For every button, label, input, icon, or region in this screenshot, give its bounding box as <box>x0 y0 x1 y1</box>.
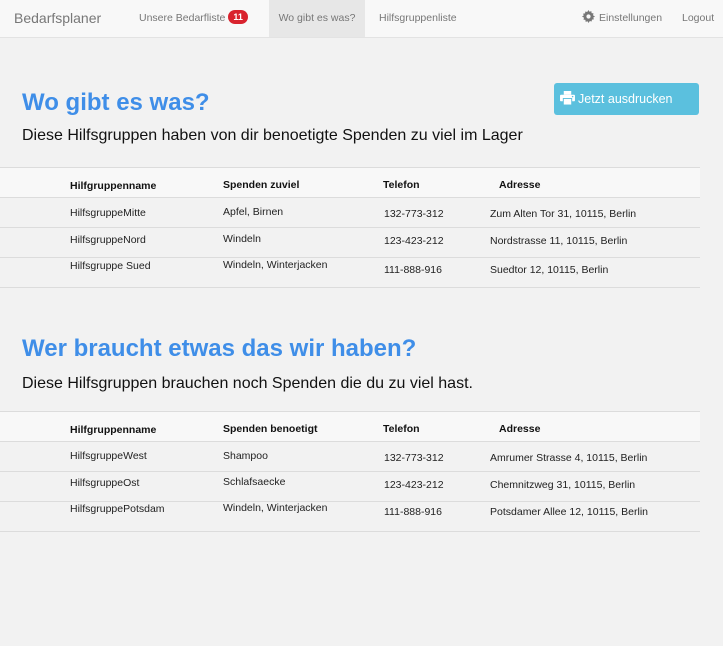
surplus-table: Hilfgruppenname Spenden zuviel Telefon A… <box>0 167 700 288</box>
phone-cell: 132-773-312 <box>384 208 444 220</box>
navbar: Bedarfsplaner Unsere Bedarfliste 11 Wo gi… <box>0 0 723 38</box>
column-header-donations: Spenden benoetigt <box>223 423 318 435</box>
column-header-name: Hilfgruppenname <box>70 180 157 192</box>
nav-item-label: Hilfsgruppenliste <box>379 12 457 24</box>
phone-cell: 123-423-212 <box>384 479 444 491</box>
address-cell: Chemnitzweg 31, 10115, Berlin <box>490 479 636 491</box>
settings-link[interactable]: Einstellungen <box>582 0 662 37</box>
phone-cell: 132-773-312 <box>384 452 444 464</box>
address-cell: Suedtor 12, 10115, Berlin <box>490 264 609 276</box>
gear-icon <box>582 10 595 23</box>
phone-cell: 111-888-916 <box>384 264 442 276</box>
phone-cell: 111-888-916 <box>384 506 442 518</box>
phone-cell: 123-423-212 <box>384 235 444 247</box>
donations-cell: Schlafsaecke <box>223 476 286 488</box>
table-row: HilfsgruppeWest Shampoo 132-773-312 Amru… <box>0 442 700 472</box>
nav-item-hilfsgruppenliste[interactable]: Hilfsgruppenliste <box>379 0 457 37</box>
needs-section-title: Wer braucht etwas das wir haben? <box>22 335 417 362</box>
settings-label: Einstellungen <box>599 12 663 24</box>
needs-section-subtitle: Diese Hilfsgruppen brauchen noch Spenden… <box>22 375 473 392</box>
count-badge: 11 <box>228 10 248 24</box>
needs-table: Hilfgruppenname Spenden benoetigt Telefo… <box>0 411 700 532</box>
donations-cell: Apfel, Birnen <box>223 206 284 218</box>
column-header-address: Adresse <box>499 179 541 191</box>
column-header-name: Hilfgruppenname <box>70 424 157 436</box>
table-row: HilfsgruppeNord Windeln 123-423-212 Nord… <box>0 228 700 258</box>
logout-link[interactable]: Logout <box>682 0 714 37</box>
table-header: Hilfgruppenname Spenden zuviel Telefon A… <box>0 167 700 198</box>
surplus-section-title: Wo gibt es was? <box>22 89 210 116</box>
group-name-cell: HilfsgruppeWest <box>70 450 147 462</box>
logout-label: Logout <box>682 12 715 24</box>
brand-logo[interactable]: Bedarfsplaner <box>14 10 101 26</box>
address-cell: Nordstrasse 11, 10115, Berlin <box>490 235 628 247</box>
nav-item-label: Wo gibt es was? <box>278 12 356 24</box>
column-header-address: Adresse <box>499 423 541 435</box>
donations-cell: Windeln <box>223 233 261 245</box>
donations-cell: Windeln, Winterjacken <box>223 502 328 514</box>
table-row: Hilfsgruppe Sued Windeln, Winterjacken 1… <box>0 258 700 288</box>
address-cell: Amrumer Strasse 4, 10115, Berlin <box>490 452 648 464</box>
print-button[interactable]: Jetzt ausdrucken <box>554 83 699 115</box>
printer-icon <box>560 91 575 105</box>
group-name-cell: HilfsgruppeNord <box>70 234 146 246</box>
group-name-cell: HilfsgruppeMitte <box>70 207 146 219</box>
address-cell: Potsdamer Allee 12, 10115, Berlin <box>490 506 648 518</box>
table-row: HilfsgruppeMitte Apfel, Birnen 132-773-3… <box>0 198 700 228</box>
nav-item-bedarfliste[interactable]: Unsere Bedarfliste 11 <box>139 0 248 37</box>
group-name-cell: HilfsgruppeOst <box>70 477 140 489</box>
table-row: HilfsgruppePotsdam Windeln, Winterjacken… <box>0 502 700 532</box>
surplus-section-subtitle: Diese Hilfsgruppen haben von dir benoeti… <box>22 127 523 144</box>
donations-cell: Shampoo <box>223 450 268 462</box>
table-header: Hilfgruppenname Spenden benoetigt Telefo… <box>0 411 700 442</box>
group-name-cell: HilfsgruppePotsdam <box>70 503 165 515</box>
column-header-phone: Telefon <box>383 179 420 191</box>
address-cell: Zum Alten Tor 31, 10115, Berlin <box>490 208 637 220</box>
donations-cell: Windeln, Winterjacken <box>223 259 328 271</box>
column-header-donations: Spenden zuviel <box>223 179 300 191</box>
table-row: HilfsgruppeOst Schlafsaecke 123-423-212 … <box>0 472 700 502</box>
group-name-cell: Hilfsgruppe Sued <box>70 260 151 272</box>
column-header-phone: Telefon <box>383 423 420 435</box>
nav-item-wo-gibt-es-was[interactable]: Wo gibt es was? <box>269 0 365 37</box>
print-button-label: Jetzt ausdrucken <box>578 92 673 106</box>
nav-item-label: Unsere Bedarfliste <box>139 12 226 24</box>
